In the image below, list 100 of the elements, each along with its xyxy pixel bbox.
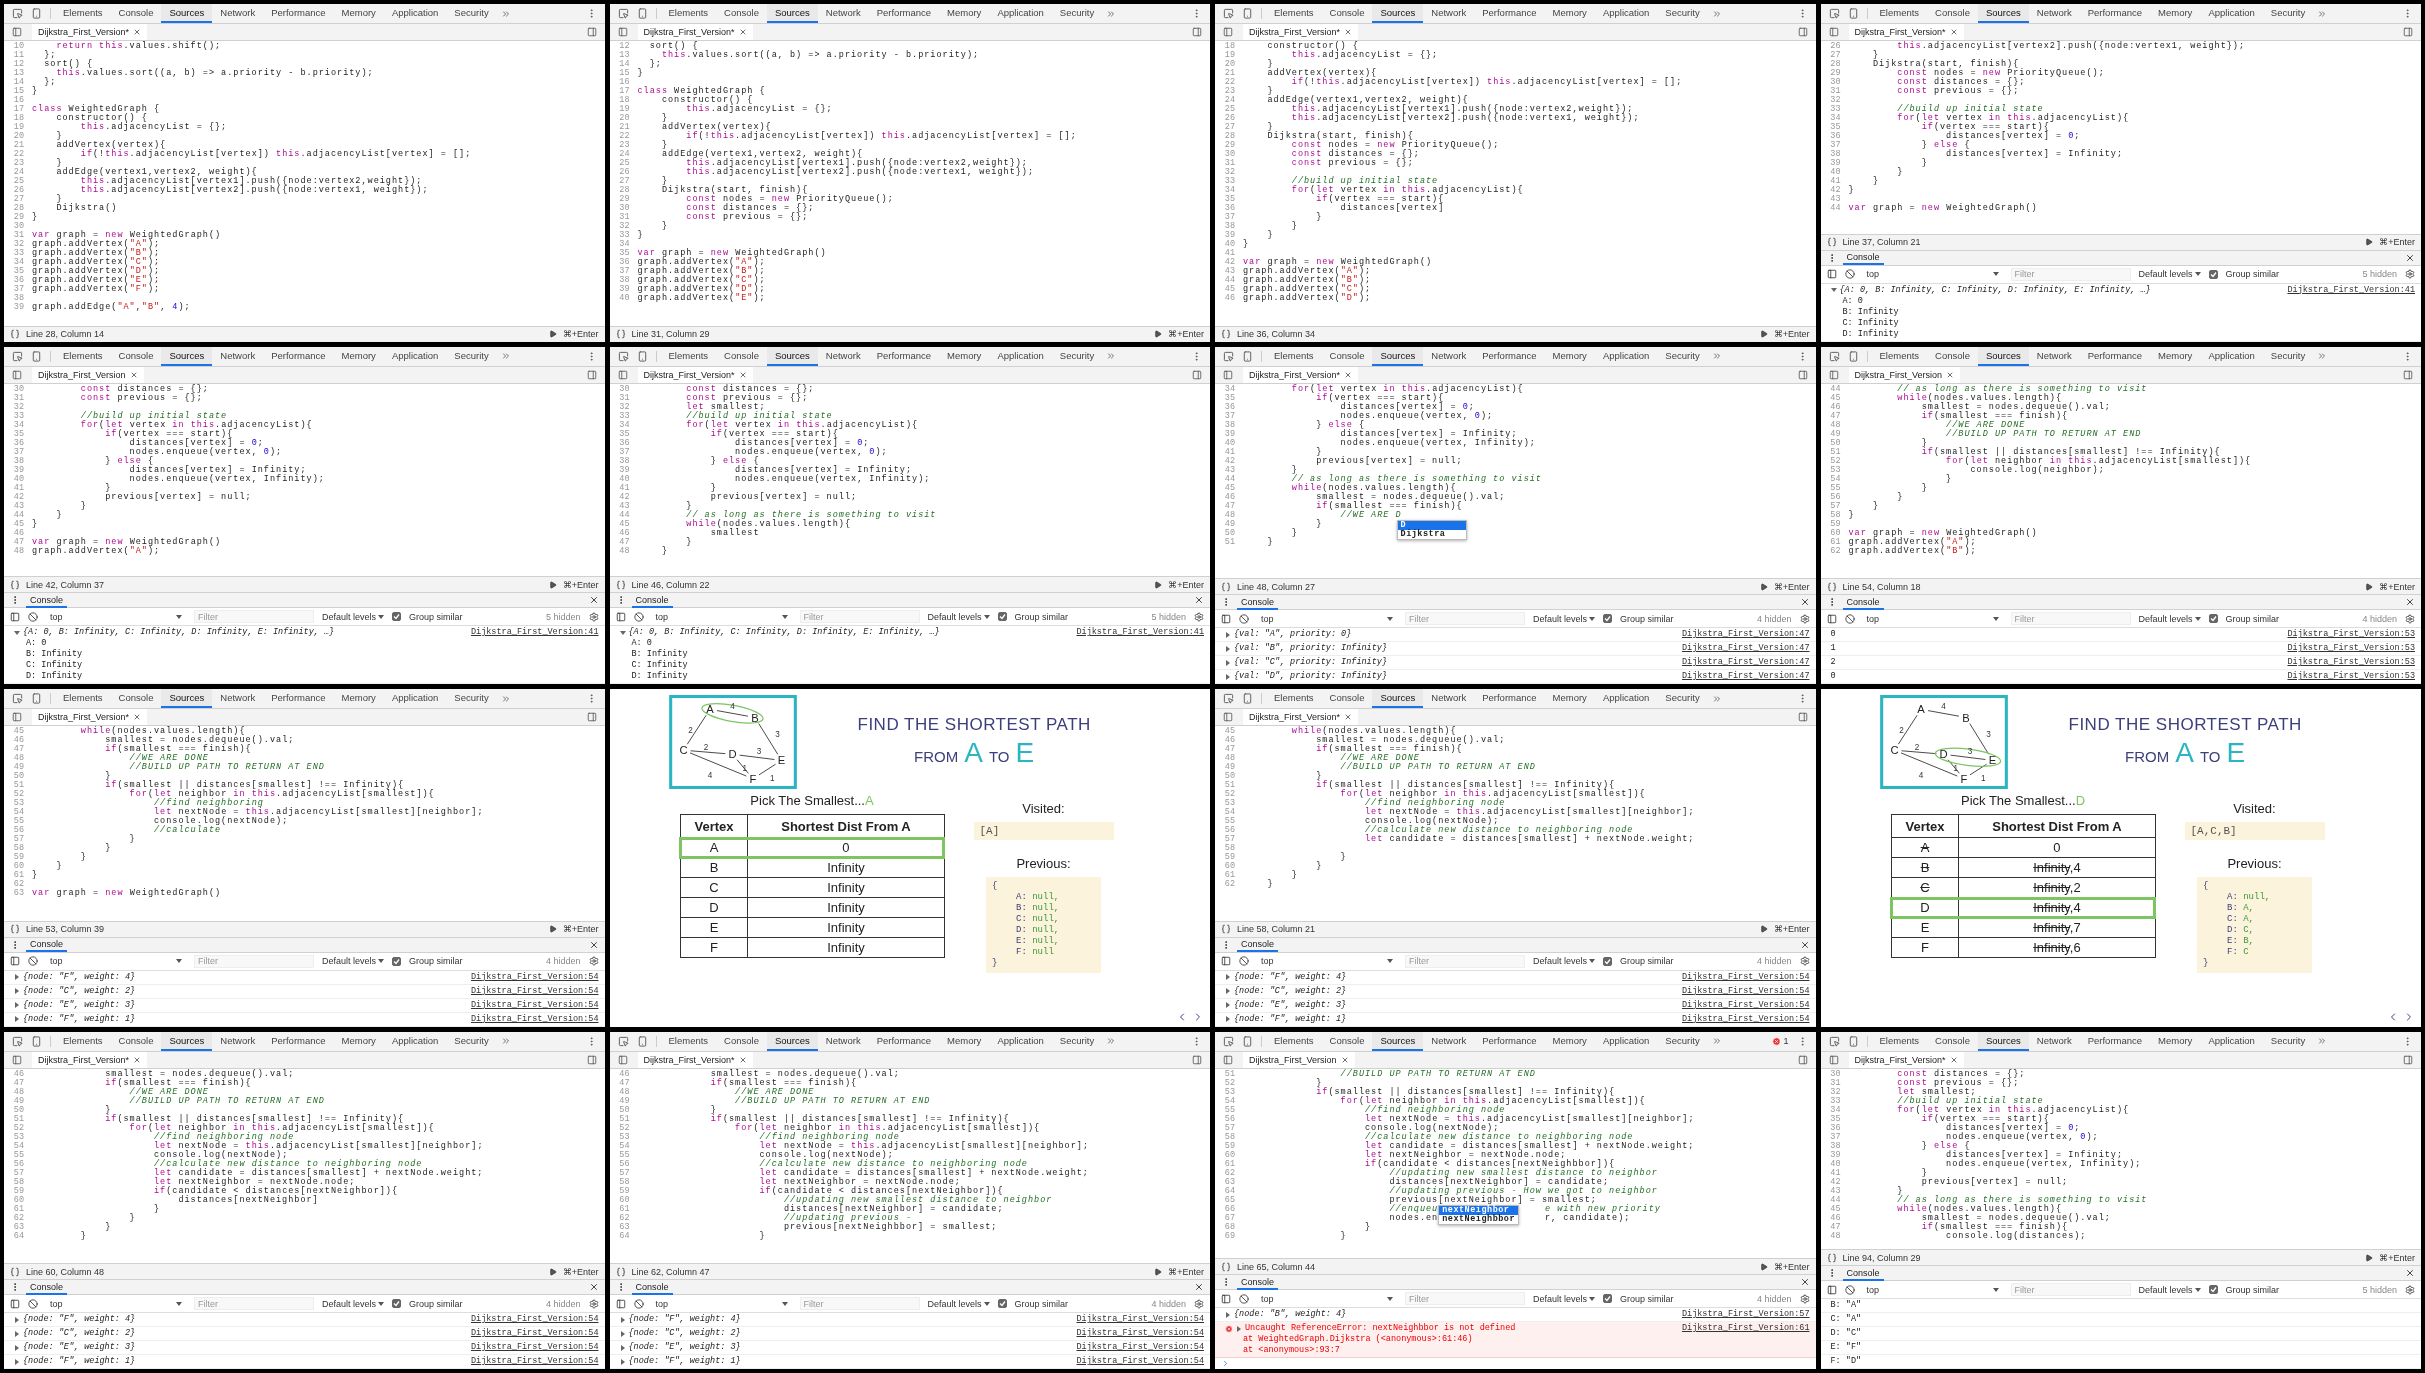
- expand-arrow-icon[interactable]: [1236, 1325, 1242, 1332]
- panel-tab[interactable]: Elements: [55, 4, 111, 23]
- panel-tab[interactable]: Security: [2262, 4, 2314, 23]
- panel-tab[interactable]: Console: [1927, 346, 1978, 366]
- sidebar-toggle-icon[interactable]: [1223, 1054, 1233, 1065]
- close-icon[interactable]: [588, 939, 599, 950]
- sidebar-toggle-icon[interactable]: [1221, 1293, 1231, 1304]
- panel-tab[interactable]: Security: [1657, 4, 1708, 23]
- settings-icon[interactable]: [2405, 613, 2415, 624]
- sidebar-toggle-icon[interactable]: [617, 27, 628, 37]
- console-tab[interactable]: Console: [1842, 594, 1884, 610]
- panel-tab[interactable]: Security: [2262, 346, 2314, 366]
- panel-tab[interactable]: Application: [1594, 346, 1658, 366]
- panel-tab[interactable]: Elements: [660, 1031, 717, 1051]
- panel-tab[interactable]: Application: [2200, 1031, 2263, 1051]
- device-icon[interactable]: [1847, 350, 1859, 362]
- device-icon[interactable]: [31, 693, 42, 704]
- pretty-print-icon[interactable]: [10, 1266, 20, 1277]
- panel-tab[interactable]: Memory: [2150, 346, 2201, 366]
- panel-tab[interactable]: Network: [2028, 346, 2080, 366]
- close-icon[interactable]: [1194, 595, 1204, 605]
- clear-console-icon[interactable]: [1844, 613, 1855, 624]
- panel-tab[interactable]: Memory: [1544, 346, 1595, 366]
- expand-arrow-icon[interactable]: [14, 988, 20, 994]
- checkbox[interactable]: [392, 956, 402, 966]
- settings-icon[interactable]: [2405, 269, 2415, 279]
- expand-arrow-icon[interactable]: [619, 1358, 626, 1365]
- expand-arrow-icon[interactable]: [14, 1002, 20, 1008]
- source-link[interactable]: Dijkstra_First_Version:54: [1076, 1342, 1204, 1353]
- panel-tab[interactable]: Network: [2028, 1031, 2080, 1051]
- inspect-icon[interactable]: [12, 350, 23, 362]
- play-icon[interactable]: [1154, 1267, 1163, 1276]
- settings-icon[interactable]: [588, 611, 599, 622]
- panel-tab[interactable]: Network: [817, 346, 869, 366]
- panel-tab[interactable]: Memory: [939, 346, 990, 366]
- expand-arrow-icon[interactable]: [1225, 673, 1231, 680]
- device-icon[interactable]: [31, 8, 42, 19]
- panel-tab[interactable]: Elements: [660, 346, 717, 366]
- close-icon[interactable]: [1799, 1277, 1810, 1287]
- close-icon[interactable]: [1799, 597, 1810, 607]
- file-tab[interactable]: Dijkstra_First_Version*: [32, 709, 148, 725]
- source-link[interactable]: Dijkstra_First_Version:54: [470, 1356, 599, 1367]
- panel-tab[interactable]: Network: [817, 1031, 869, 1051]
- sidebar-toggle-icon[interactable]: [1223, 27, 1233, 37]
- settings-icon[interactable]: [588, 956, 599, 966]
- settings-icon[interactable]: [1194, 611, 1204, 622]
- expand-arrow-icon[interactable]: [1830, 287, 1837, 293]
- panel-tab[interactable]: Sources: [1977, 4, 2029, 23]
- inspect-icon[interactable]: [1223, 693, 1234, 704]
- inspect-icon[interactable]: [1223, 350, 1234, 362]
- context-select[interactable]: top: [1257, 956, 1397, 966]
- panel-tab[interactable]: Security: [1657, 689, 1708, 708]
- panel-tab[interactable]: Elements: [55, 346, 111, 366]
- panel-tab[interactable]: Console: [1927, 1031, 1978, 1051]
- source-link[interactable]: Dijkstra_First_Version:47: [1681, 643, 1810, 654]
- pretty-print-icon[interactable]: [615, 1266, 626, 1277]
- panel-toggle-icon[interactable]: [1192, 1054, 1202, 1065]
- source-link[interactable]: Dijkstra_First_Version:54: [470, 1013, 599, 1025]
- filter-field[interactable]: Filter: [799, 610, 920, 623]
- checkbox[interactable]: [2208, 1285, 2218, 1294]
- console-tab[interactable]: Console: [26, 937, 68, 952]
- close-icon[interactable]: [1344, 28, 1353, 36]
- panel-tab[interactable]: Network: [212, 689, 264, 708]
- filter-field[interactable]: Filter: [1405, 612, 1525, 625]
- sidebar-toggle-icon[interactable]: [1828, 27, 1839, 37]
- panel-tab[interactable]: Memory: [333, 689, 384, 708]
- expand-arrow-icon[interactable]: [619, 1330, 626, 1337]
- context-select[interactable]: top: [1862, 269, 2003, 279]
- expand-arrow-icon[interactable]: [14, 629, 20, 636]
- levels-dropdown[interactable]: Default levels: [2138, 1284, 2201, 1295]
- expand-arrow-icon[interactable]: [1225, 988, 1231, 994]
- play-icon[interactable]: [1154, 330, 1163, 338]
- console-tab[interactable]: Console: [631, 592, 673, 608]
- clear-console-icon[interactable]: [1239, 613, 1249, 624]
- levels-dropdown[interactable]: Default levels: [1533, 956, 1596, 966]
- play-icon[interactable]: [1154, 580, 1163, 589]
- autocomplete-item[interactable]: nextNeighbor: [1439, 1205, 1519, 1215]
- panel-tab[interactable]: Security: [446, 689, 497, 708]
- sidebar-toggle-icon[interactable]: [10, 1298, 20, 1309]
- panel-tab[interactable]: Security: [1051, 4, 1103, 23]
- autocomplete-item[interactable]: nextNeighbbor: [1439, 1214, 1519, 1224]
- file-tab[interactable]: Dijkstra_First_Version*: [637, 24, 753, 40]
- panel-tab[interactable]: Performance: [1474, 1031, 1545, 1051]
- checkbox[interactable]: [2208, 614, 2218, 623]
- panel-tab[interactable]: Memory: [1544, 1031, 1595, 1051]
- filter-field[interactable]: Filter: [2010, 267, 2131, 281]
- close-icon[interactable]: [588, 1282, 599, 1292]
- panel-tab[interactable]: Memory: [333, 4, 384, 23]
- source-link[interactable]: Dijkstra_First_Version:54: [1681, 971, 1810, 983]
- inspect-icon[interactable]: [617, 8, 629, 19]
- panel-tab[interactable]: Console: [110, 346, 162, 366]
- source-link[interactable]: Dijkstra_First_Version:54: [470, 1328, 599, 1339]
- filter-field[interactable]: Filter: [1405, 954, 1525, 968]
- source-link[interactable]: Dijkstra_First_Version:61: [1681, 1323, 1810, 1334]
- panel-tab[interactable]: Console: [110, 1031, 162, 1051]
- sidebar-toggle-icon[interactable]: [10, 956, 20, 966]
- console-tab[interactable]: Console: [1237, 1274, 1279, 1290]
- source-link[interactable]: Dijkstra_First_Version:53: [2287, 671, 2415, 682]
- panel-toggle-icon[interactable]: [586, 1054, 597, 1065]
- console-tab[interactable]: Console: [26, 1279, 68, 1295]
